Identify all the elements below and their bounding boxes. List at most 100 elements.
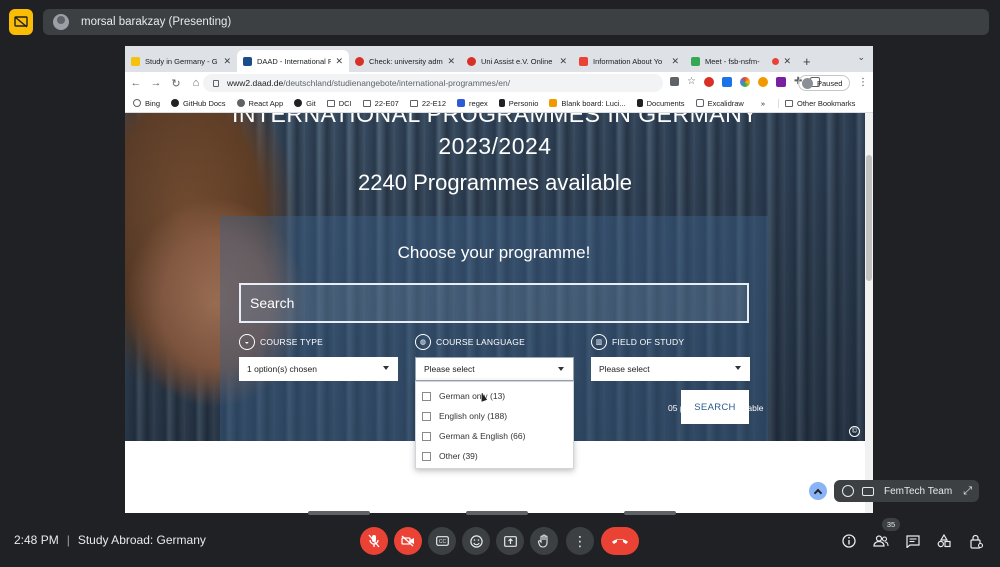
- bookmark-item[interactable]: Git: [294, 99, 316, 108]
- expand-icon[interactable]: ⤢: [963, 485, 972, 498]
- info-icon: [842, 534, 856, 548]
- favicon-icon: [131, 56, 140, 66]
- more-options-button[interactable]: ⋮: [566, 527, 594, 555]
- close-icon[interactable]: ✕: [447, 56, 455, 67]
- back-button[interactable]: ←: [127, 77, 145, 89]
- course-type-label: ◒ COURSE TYPE: [239, 334, 323, 350]
- programmes-count: 2240 Programmes available: [358, 170, 632, 195]
- profile-paused-button[interactable]: Paused: [798, 75, 850, 91]
- close-icon[interactable]: ✕: [783, 56, 791, 67]
- bookmark-item[interactable]: Bing: [133, 99, 160, 108]
- course-type-select[interactable]: 1 option(s) chosen: [239, 357, 398, 381]
- course-language-label: ◍ COURSE LANGUAGE: [415, 334, 525, 350]
- option-label: Other (39): [439, 451, 478, 461]
- favicon-icon: [467, 56, 476, 66]
- presenter-bar: morsal barakzay (Presenting): [43, 9, 989, 35]
- bookmark-item[interactable]: regex: [457, 99, 488, 108]
- bookmark-item[interactable]: Documents: [636, 99, 685, 108]
- option-label: German & English (66): [439, 431, 526, 441]
- copyright-icon: ©: [849, 426, 860, 437]
- hang-up-icon: [612, 539, 628, 544]
- expand-up-button[interactable]: [809, 482, 827, 500]
- meeting-details-button[interactable]: [839, 531, 859, 551]
- participant-tile[interactable]: FemTech Team ⤢: [834, 480, 979, 502]
- checkbox[interactable]: [422, 411, 431, 421]
- shared-screen: Study in Germany - G ✕ DAAD - Internation…: [125, 46, 873, 513]
- checkbox[interactable]: [422, 431, 431, 441]
- scrollbar-thumb[interactable]: [866, 155, 872, 281]
- bookmark-item[interactable]: Personio: [498, 99, 538, 108]
- new-tab-button[interactable]: +: [803, 54, 811, 69]
- search-button[interactable]: SEARCH: [681, 390, 749, 424]
- bookmark-item[interactable]: GitHub Docs: [171, 99, 226, 108]
- host-controls-button[interactable]: [966, 531, 986, 551]
- browser-tab[interactable]: Study in Germany - G ✕: [125, 50, 237, 72]
- people-button[interactable]: [871, 531, 891, 551]
- search-icon: [133, 99, 141, 107]
- browser-tab[interactable]: Information About Yo ✕: [573, 50, 685, 72]
- activities-button[interactable]: [934, 531, 954, 551]
- emoji-icon: [469, 534, 483, 548]
- language-option-english[interactable]: English only (188): [422, 411, 507, 421]
- raise-hand-button[interactable]: [530, 527, 558, 555]
- present-button[interactable]: [496, 527, 524, 555]
- bookmark-folder[interactable]: DCI: [326, 99, 352, 108]
- reactions-button[interactable]: [462, 527, 490, 555]
- other-bookmarks-folder[interactable]: Other Bookmarks: [778, 98, 855, 108]
- close-icon[interactable]: ✕: [559, 56, 567, 67]
- tab-title: Uni Assist e.V. Online: [481, 56, 553, 66]
- extension-icon[interactable]: [757, 76, 768, 87]
- bookmarks-overflow-button[interactable]: »: [761, 99, 765, 108]
- close-icon[interactable]: ✕: [223, 56, 231, 67]
- extension-icon[interactable]: [721, 76, 732, 87]
- language-option-german-english[interactable]: German & English (66): [422, 431, 525, 441]
- browser-menu-icon[interactable]: ⋮: [858, 77, 868, 88]
- extension-icon[interactable]: [739, 76, 750, 87]
- filter-label-text: COURSE LANGUAGE: [436, 337, 525, 347]
- bookmark-folder[interactable]: 22-E07: [362, 99, 399, 108]
- course-language-select[interactable]: Please select: [415, 357, 574, 381]
- close-icon[interactable]: ✕: [671, 56, 679, 67]
- chevron-up-icon: [813, 488, 823, 497]
- filter-label-text: FIELD OF STUDY: [612, 337, 685, 347]
- bookmark-star-icon[interactable]: ☆: [687, 76, 696, 87]
- browser-tab-active[interactable]: DAAD - International P ✕: [237, 50, 349, 72]
- bookmark-item[interactable]: React App: [236, 99, 283, 108]
- extension-icon[interactable]: [775, 76, 786, 87]
- field-of-study-select[interactable]: Please select: [591, 357, 750, 381]
- github-icon: [294, 99, 303, 107]
- bookmark-item[interactable]: Excalidraw: [695, 99, 744, 108]
- search-input[interactable]: Search: [239, 283, 749, 323]
- graduation-cap-icon: ◒: [239, 334, 255, 350]
- checkbox[interactable]: [422, 451, 431, 461]
- field-of-study-label: ▥ FIELD OF STUDY: [591, 334, 684, 350]
- close-icon[interactable]: ✕: [335, 56, 343, 67]
- leave-call-button[interactable]: [601, 527, 639, 555]
- chat-button[interactable]: [903, 531, 923, 551]
- clock-time: 2:48 PM: [14, 533, 59, 547]
- language-option-german[interactable]: German only (13): [422, 391, 505, 401]
- browser-tab[interactable]: Uni Assist e.V. Online ✕: [461, 50, 573, 72]
- bookmark-item[interactable]: Blank board: Luci...: [549, 99, 626, 108]
- address-bar[interactable]: www2.daad.de/deutschland/studienangebote…: [203, 74, 663, 92]
- filter-label-text: COURSE TYPE: [260, 337, 323, 347]
- captions-button[interactable]: CC: [428, 527, 456, 555]
- stop-presenting-button[interactable]: [9, 9, 33, 35]
- tab-search-icon[interactable]: ⌄: [857, 52, 865, 63]
- extension-icon[interactable]: [703, 76, 714, 87]
- bookmark-folder[interactable]: 22-E12: [409, 99, 446, 108]
- select-value: 1 option(s) chosen: [247, 364, 317, 374]
- language-option-other[interactable]: Other (39): [422, 451, 478, 461]
- presenter-name: morsal barakzay (Presenting): [81, 16, 232, 28]
- browser-tab[interactable]: Meet - fsb-nsfm- ✕: [685, 50, 797, 72]
- browser-tab[interactable]: Check: university adm ✕: [349, 50, 461, 72]
- search-heading: Choose your programme!: [397, 243, 591, 262]
- share-icon[interactable]: [670, 77, 679, 86]
- mic-toggle-button[interactable]: [360, 527, 388, 555]
- forward-button[interactable]: →: [147, 77, 165, 89]
- browser-toolbar: ← → ↻ ⌂ www2.daad.de/deutschland/studien…: [125, 72, 873, 94]
- reload-button[interactable]: ↻: [167, 77, 185, 90]
- camera-toggle-button[interactable]: [394, 527, 422, 555]
- closed-captions-icon: CC: [435, 536, 449, 546]
- checkbox[interactable]: [422, 391, 431, 401]
